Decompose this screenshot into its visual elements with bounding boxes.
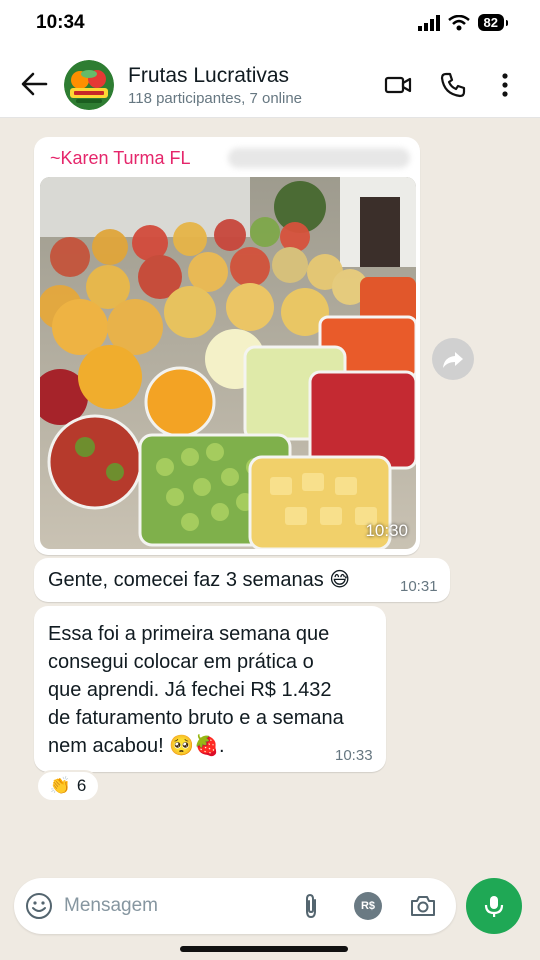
image-timestamp: 10:30 bbox=[365, 521, 408, 540]
emoji-icon[interactable] bbox=[24, 891, 54, 921]
reaction-pill[interactable]: 👏 6 bbox=[36, 770, 100, 802]
reaction-count: 6 bbox=[76, 776, 87, 795]
message-line: de faturamento bruto e a semana bbox=[48, 707, 344, 729]
mic-button[interactable] bbox=[466, 878, 522, 934]
message-timestamp: 10:31 bbox=[400, 578, 438, 595]
fruit-logo-icon[interactable] bbox=[64, 60, 114, 110]
sender-name[interactable]: ~Karen Turma FL bbox=[50, 148, 191, 169]
message-line: consegui colocar em prática o bbox=[48, 651, 314, 673]
message-line: nem acabou! 🥺🍓. bbox=[48, 735, 225, 757]
fruit-cups-photo[interactable]: 10:30 bbox=[40, 177, 416, 549]
status-time: 10:34 bbox=[36, 12, 85, 33]
forward-icon bbox=[443, 352, 463, 368]
payment-icon[interactable]: R$ bbox=[354, 892, 382, 920]
attach-icon[interactable] bbox=[296, 891, 326, 921]
message-text: Gente, comecei faz 3 semanas 😅 bbox=[48, 569, 351, 591]
more-vert-icon[interactable] bbox=[490, 70, 520, 100]
message-composer: R$ bbox=[14, 878, 456, 934]
signal-icon bbox=[417, 14, 440, 31]
video-call-icon[interactable] bbox=[383, 70, 413, 100]
status-icons: 82 bbox=[417, 14, 509, 31]
home-indicator[interactable] bbox=[180, 946, 348, 952]
phone-icon[interactable] bbox=[438, 70, 468, 100]
group-title[interactable]: Frutas Lucrativas bbox=[128, 64, 289, 88]
status-bar: 10:34 82 bbox=[0, 0, 540, 48]
message-line: Essa foi a primeira semana que bbox=[48, 623, 330, 645]
chat-header: Frutas Lucrativas 118 participantes, 7 o… bbox=[0, 48, 540, 118]
message-line: que aprendi. Já fechei R$ 1.432 bbox=[48, 679, 332, 701]
back-arrow-icon[interactable] bbox=[18, 68, 50, 100]
message-timestamp: 10:33 bbox=[335, 747, 373, 764]
sender-phone-redacted bbox=[228, 148, 410, 168]
message-input[interactable] bbox=[64, 892, 284, 920]
battery-indicator: 82 bbox=[477, 14, 509, 31]
camera-icon[interactable] bbox=[408, 891, 438, 921]
clap-icon: 👏 bbox=[49, 776, 71, 795]
group-subtitle: 118 participantes, 7 online bbox=[128, 90, 303, 107]
wifi-icon bbox=[447, 14, 470, 30]
forward-button[interactable] bbox=[432, 338, 474, 380]
microphone-icon bbox=[484, 896, 504, 917]
